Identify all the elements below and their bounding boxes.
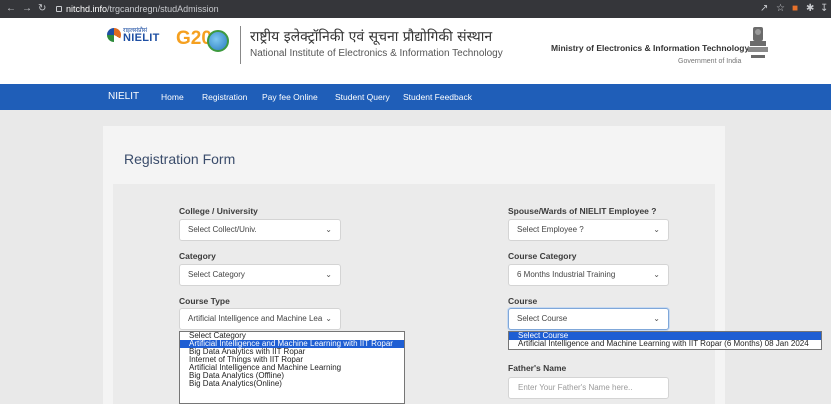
course-type-label: Course Type (179, 296, 230, 306)
category-label: Category (179, 251, 216, 261)
reload-icon[interactable]: ↻ (38, 3, 46, 15)
g20-globe-icon (207, 30, 229, 52)
state-emblem-icon (748, 27, 768, 58)
main-navbar: NIELIT Home Registration Pay fee Online … (0, 84, 831, 110)
nav-item-student-feedback[interactable]: Student Feedback (403, 92, 472, 102)
course-option[interactable]: Artificial Intelligence and Machine Lear… (509, 340, 821, 348)
course-select-value: Select Course (517, 314, 568, 323)
nav-item-pay-fee[interactable]: Pay fee Online (262, 92, 318, 102)
puzzle-icon[interactable]: ✱ (806, 2, 814, 16)
institute-name-english: National Institute of Electronics & Info… (250, 48, 503, 59)
course-select[interactable]: Select Course ⌄ (508, 308, 669, 330)
ministry-name: Ministry of Electronics & Information Te… (551, 43, 750, 53)
spouse-select-value: Select Employee ? (517, 225, 584, 234)
course-type-select[interactable]: Artificial Intelligence and Machine Lea … (179, 308, 341, 330)
college-select-value: Select Collect/Univ. (188, 225, 257, 234)
government-of-india: Government of India (678, 58, 742, 65)
address-bar[interactable]: nitchd.info/trgcandregn/studAdmission (56, 3, 616, 15)
forward-arrow-icon[interactable]: → (22, 3, 32, 15)
nav-item-registration[interactable]: Registration (202, 92, 247, 102)
browser-toolbar: ← → ↻ nitchd.info/trgcandregn/studAdmiss… (0, 0, 831, 18)
back-arrow-icon[interactable]: ← (6, 3, 16, 15)
extension-icon[interactable]: ■ (792, 2, 798, 16)
course-category-select-value: 6 Months Industrial Training (517, 270, 616, 279)
chevron-down-icon: ⌄ (653, 314, 660, 323)
course-category-label: Course Category (508, 251, 577, 261)
category-select[interactable]: Select Category ⌄ (179, 264, 341, 286)
star-icon[interactable]: ☆ (776, 2, 785, 16)
url-host: nitchd.info (66, 4, 108, 14)
father-name-label: Father's Name (508, 363, 567, 373)
spouse-select[interactable]: Select Employee ? ⌄ (508, 219, 669, 241)
course-label: Course (508, 296, 538, 306)
father-name-placeholder: Enter Your Father's Name here.. (518, 383, 633, 392)
share-icon[interactable]: ↗ (760, 2, 768, 16)
course-type-options-list[interactable]: Select Category Artificial Intelligence … (179, 331, 405, 404)
nav-brand[interactable]: NIELIT (108, 91, 139, 102)
chevron-down-icon: ⌄ (325, 270, 332, 279)
chevron-down-icon: ⌄ (325, 314, 332, 323)
course-type-select-value: Artificial Intelligence and Machine Lea (188, 314, 323, 323)
college-select[interactable]: Select Collect/Univ. ⌄ (179, 219, 341, 241)
father-name-input[interactable]: Enter Your Father's Name here.. (508, 377, 669, 399)
download-icon[interactable]: ↧ (820, 2, 828, 16)
course-options-list[interactable]: Select Course Artificial Intelligence an… (508, 331, 822, 350)
institute-name-hindi: राष्ट्रीय इलेक्ट्रॉनिकी एवं सूचना प्रौद्… (250, 29, 493, 45)
page-title: Registration Form (124, 151, 236, 167)
chevron-down-icon: ⌄ (653, 270, 660, 279)
chevron-down-icon: ⌄ (653, 225, 660, 234)
spouse-label: Spouse/Wards of NIELIT Employee ? (508, 206, 657, 216)
header-divider (240, 26, 241, 64)
site-header: राइलसंप्रौसं NIELIT G20 राष्ट्रीय इलेक्ट… (0, 18, 831, 84)
course-category-select[interactable]: 6 Months Industrial Training ⌄ (508, 264, 669, 286)
college-label: College / University (179, 206, 258, 216)
nielit-emblem-icon (107, 28, 121, 42)
course-type-option[interactable]: Big Data Analytics(Online) (180, 380, 404, 388)
url-path: /trgcandregn/studAdmission (107, 4, 219, 14)
category-select-value: Select Category (188, 270, 245, 279)
lock-icon (56, 6, 62, 12)
nav-item-home[interactable]: Home (161, 92, 184, 102)
chevron-down-icon: ⌄ (325, 225, 332, 234)
nielit-logo-text: NIELIT (123, 32, 160, 44)
nav-item-student-query[interactable]: Student Query (335, 92, 390, 102)
